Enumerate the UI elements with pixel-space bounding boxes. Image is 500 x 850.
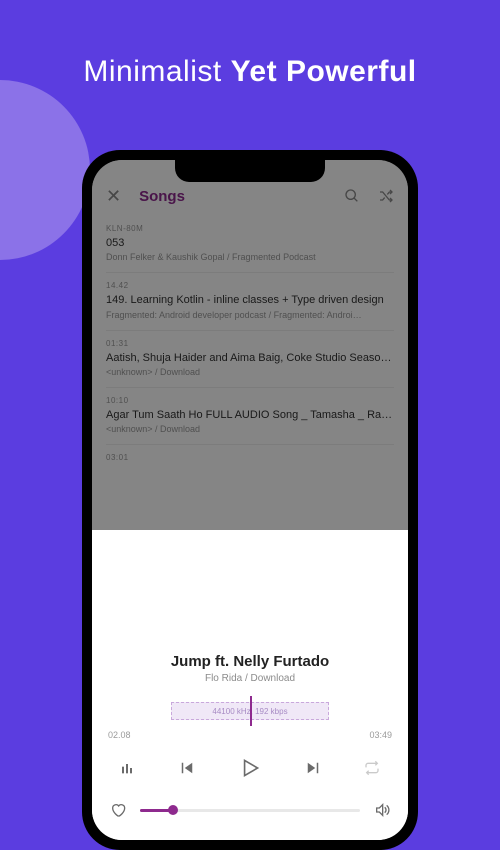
list-item[interactable]: 01:31 Aatish, Shuja Haider and Aima Baig… bbox=[106, 331, 394, 388]
list-item[interactable]: KLN-80M 053 Donn Felker & Kaushik Gopal … bbox=[106, 216, 394, 273]
list-item[interactable]: 03:01 bbox=[106, 445, 394, 475]
song-title: Agar Tum Saath Ho FULL AUDIO Song _ Tama… bbox=[106, 408, 394, 422]
now-playing-title: Jump ft. Nelly Furtado bbox=[106, 653, 394, 670]
song-meta: Donn Felker & Kaushik Gopal / Fragmented… bbox=[106, 252, 394, 262]
next-icon[interactable] bbox=[301, 756, 325, 780]
song-meta: <unknown> / Download bbox=[106, 424, 394, 434]
close-icon[interactable]: ✕ bbox=[106, 187, 121, 205]
total-time: 03:49 bbox=[369, 730, 392, 740]
heart-icon[interactable] bbox=[106, 798, 130, 822]
song-index: KLN-80M bbox=[106, 224, 394, 233]
song-title: 053 bbox=[106, 236, 394, 250]
header-title: Songs bbox=[139, 188, 344, 205]
progress-marker bbox=[250, 696, 252, 726]
marketing-bold: Yet Powerful bbox=[231, 55, 417, 88]
song-title: 149. Learning Kotlin - inline classes + … bbox=[106, 293, 394, 307]
marketing-light: Minimalist bbox=[83, 55, 221, 88]
marketing-headline: Minimalist Yet Powerful bbox=[0, 55, 500, 89]
song-index: 03:01 bbox=[106, 453, 394, 462]
volume-slider[interactable] bbox=[140, 809, 360, 812]
phone-screen: ✕ Songs KLN-80M 053 Donn Felker & Kaushi… bbox=[92, 160, 408, 840]
volume-thumb bbox=[168, 805, 178, 815]
repeat-icon[interactable] bbox=[360, 756, 384, 780]
song-index: 10:10 bbox=[106, 396, 394, 405]
speaker-icon[interactable] bbox=[370, 798, 394, 822]
now-playing-meta: Flo Rida / Download bbox=[106, 673, 394, 684]
song-meta: Fragmented: Android developer podcast / … bbox=[106, 310, 394, 320]
phone-frame: ✕ Songs KLN-80M 053 Donn Felker & Kaushi… bbox=[82, 150, 418, 850]
shuffle-icon[interactable] bbox=[378, 188, 394, 204]
song-index: 14.42 bbox=[106, 281, 394, 290]
list-item[interactable]: 14.42 149. Learning Kotlin - inline clas… bbox=[106, 273, 394, 330]
search-icon[interactable] bbox=[344, 188, 360, 204]
now-playing-panel: Jump ft. Nelly Furtado Flo Rida / Downlo… bbox=[92, 639, 408, 840]
song-meta: <unknown> / Download bbox=[106, 367, 394, 377]
current-time: 02.08 bbox=[108, 730, 131, 740]
song-index: 01:31 bbox=[106, 339, 394, 348]
play-icon[interactable] bbox=[234, 752, 266, 784]
progress-scrubber[interactable]: 44100 kHz, 192 kbps bbox=[106, 696, 394, 726]
song-title: Aatish, Shuja Haider and Aima Baig, Coke… bbox=[106, 351, 394, 365]
player-controls bbox=[106, 752, 394, 784]
bottom-row bbox=[106, 798, 394, 822]
equalizer-icon[interactable] bbox=[116, 756, 140, 780]
list-item[interactable]: 10:10 Agar Tum Saath Ho FULL AUDIO Song … bbox=[106, 388, 394, 445]
song-list: KLN-80M 053 Donn Felker & Kaushik Gopal … bbox=[92, 216, 408, 475]
time-row: 02.08 03:49 bbox=[106, 730, 394, 740]
previous-icon[interactable] bbox=[175, 756, 199, 780]
phone-notch bbox=[175, 160, 325, 182]
